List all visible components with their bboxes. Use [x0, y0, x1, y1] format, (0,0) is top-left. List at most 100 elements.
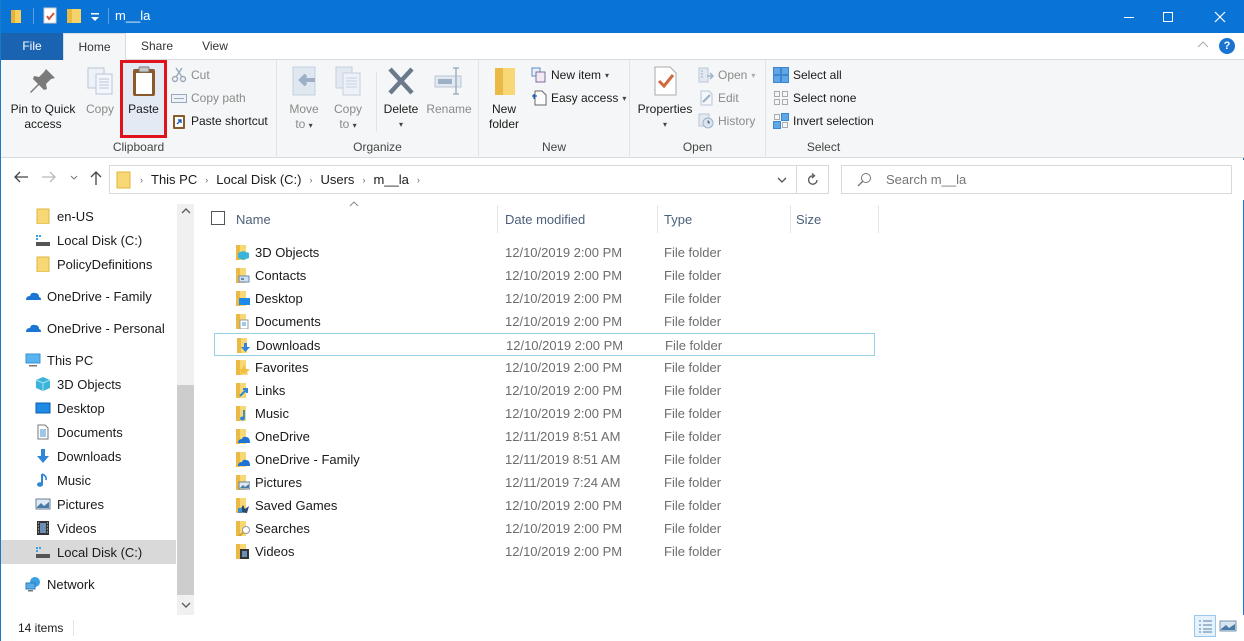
nav-item-music[interactable]: Music: [35, 468, 91, 492]
file-row[interactable]: Saved Games 12/10/2019 2:00 PM File folder: [214, 494, 875, 517]
forward-button[interactable]: [40, 170, 58, 190]
address-bar[interactable]: › This PC › Local Disk (C:) › Users › m_…: [109, 165, 797, 194]
file-row[interactable]: Pictures 12/11/2019 7:24 AM File folder: [214, 471, 875, 494]
delete-button[interactable]: Delete ▾: [381, 64, 421, 132]
copy-path-button[interactable]: Copy path: [171, 87, 246, 109]
file-row[interactable]: Downloads 12/10/2019 2:00 PM File folder: [214, 333, 875, 356]
back-button[interactable]: [12, 170, 30, 190]
file-row[interactable]: Searches 12/10/2019 2:00 PM File folder: [214, 517, 875, 540]
nav-item-downloads[interactable]: Downloads: [35, 444, 121, 468]
edit-button[interactable]: Edit: [698, 87, 739, 109]
tab-home[interactable]: Home: [63, 33, 126, 61]
nav-item-desktop[interactable]: Desktop: [35, 396, 105, 420]
file-row[interactable]: Favorites 12/10/2019 2:00 PM File folder: [214, 356, 875, 379]
cut-label: Cut: [191, 68, 210, 82]
large-icons-view-button[interactable]: [1217, 615, 1239, 637]
select-all-button[interactable]: Select all: [773, 64, 842, 86]
details-view-button[interactable]: [1194, 615, 1216, 637]
invert-selection-button[interactable]: Invert selection: [773, 110, 874, 132]
move-to-button[interactable]: Move to ▾: [285, 64, 323, 133]
breadcrumb-separator[interactable]: ›: [136, 175, 147, 185]
nav-item-3d-objects[interactable]: 3D Objects: [35, 372, 121, 396]
file-row[interactable]: OneDrive - Family 12/11/2019 8:51 AM File …: [214, 448, 875, 471]
tab-share[interactable]: Share: [126, 33, 188, 60]
copy-to-button[interactable]: Copy to ▾: [329, 64, 367, 133]
properties-caret[interactable]: ▾: [636, 117, 694, 132]
nav-item-network[interactable]: Network: [25, 572, 95, 596]
scroll-down-button[interactable]: [177, 598, 194, 615]
nav-item-local-disk-selected[interactable]: Local Disk (C:): [1, 540, 176, 564]
nav-item-onedrive-personal[interactable]: OneDrive - Personal: [25, 316, 165, 340]
breadcrumb-separator[interactable]: ›: [201, 175, 212, 185]
nav-item-en-us[interactable]: en-US: [35, 204, 94, 228]
address-history-button[interactable]: [767, 165, 797, 194]
tab-view[interactable]: View: [188, 33, 242, 60]
history-button[interactable]: History: [698, 110, 755, 132]
column-header-name[interactable]: Name: [236, 205, 497, 233]
select-all-checkbox[interactable]: [211, 211, 225, 225]
file-row[interactable]: 3D Objects 12/10/2019 2:00 PM File folder: [214, 241, 875, 264]
maximize-button[interactable]: [1145, 0, 1191, 33]
breadcrumb-current-folder[interactable]: m__la: [369, 172, 412, 187]
nav-item-documents[interactable]: Documents: [35, 420, 123, 444]
properties-button[interactable]: Properties ▾: [636, 64, 694, 132]
nav-item-label: Pictures: [57, 496, 104, 512]
tab-file[interactable]: File: [1, 33, 63, 60]
file-row[interactable]: Music 12/10/2019 2:00 PM File folder: [214, 402, 875, 425]
close-button[interactable]: [1197, 0, 1243, 33]
nav-item-local-disk[interactable]: Local Disk (C:): [35, 228, 142, 252]
new-folder-button[interactable]: New folder: [485, 64, 523, 132]
minimize-ribbon-button[interactable]: [1197, 40, 1209, 51]
scroll-up-button[interactable]: [177, 204, 194, 221]
breadcrumb-separator[interactable]: ›: [305, 175, 316, 185]
paste-shortcut-button[interactable]: Paste shortcut: [171, 110, 268, 132]
properties-icon[interactable]: [42, 7, 58, 25]
column-header-size[interactable]: Size: [796, 205, 878, 233]
open-button[interactable]: Open ▾: [698, 64, 755, 86]
file-row[interactable]: Videos 12/10/2019 2:00 PM File folder: [214, 540, 875, 563]
file-name-cell: Music: [234, 405, 289, 421]
cut-button[interactable]: Cut: [171, 64, 210, 86]
rename-button[interactable]: Rename: [424, 64, 474, 117]
new-item-button[interactable]: New item ▾: [531, 64, 609, 86]
recent-locations-button[interactable]: [65, 170, 83, 190]
breadcrumb-this-pc[interactable]: This PC: [147, 172, 201, 187]
select-none-button[interactable]: Select none: [773, 87, 856, 109]
search-input[interactable]: [886, 172, 1186, 187]
up-button[interactable]: [87, 170, 105, 190]
easy-access-button[interactable]: Easy access ▾: [531, 87, 626, 109]
breadcrumb-local-disk[interactable]: Local Disk (C:): [212, 172, 305, 187]
file-row[interactable]: Documents 12/10/2019 2:00 PM File folder: [214, 310, 875, 333]
column-header-type[interactable]: Type: [664, 205, 790, 233]
column-divider[interactable]: [790, 205, 791, 233]
column-divider[interactable]: [657, 205, 658, 233]
file-row[interactable]: OneDrive 12/11/2019 8:51 AM File folder: [214, 425, 875, 448]
file-name-cell: Saved Games: [234, 497, 337, 513]
help-button[interactable]: ?: [1219, 38, 1235, 54]
file-row[interactable]: Desktop 12/10/2019 2:00 PM File folder: [214, 287, 875, 310]
breadcrumb-users[interactable]: Users: [316, 172, 358, 187]
file-row[interactable]: Links 12/10/2019 2:00 PM File folder: [214, 379, 875, 402]
nav-item-policydefinitions[interactable]: PolicyDefinitions: [35, 252, 152, 276]
column-header-date-modified[interactable]: Date modified: [505, 205, 657, 233]
file-row[interactable]: Contacts 12/10/2019 2:00 PM File folder: [214, 264, 875, 287]
column-divider[interactable]: [878, 205, 879, 233]
copy-button[interactable]: Copy: [81, 64, 119, 117]
nav-item-onedrive-family[interactable]: OneDrive - Family: [25, 284, 152, 308]
breadcrumb-separator[interactable]: ›: [358, 175, 369, 185]
nav-item-videos[interactable]: Videos: [35, 516, 97, 540]
pin-to-quick-access-button[interactable]: Pin to Quick access: [6, 64, 80, 132]
search-box[interactable]: [841, 165, 1232, 194]
paste-button[interactable]: Paste: [123, 64, 164, 117]
breadcrumb-separator[interactable]: ›: [413, 175, 424, 185]
new-folder-icon[interactable]: [66, 7, 82, 25]
nav-pane-scrollbar[interactable]: [177, 204, 194, 615]
column-divider[interactable]: [497, 205, 498, 233]
nav-item-pictures[interactable]: Pictures: [35, 492, 104, 516]
scrollbar-thumb[interactable]: [177, 385, 194, 595]
nav-item-this-pc[interactable]: This PC: [25, 348, 93, 372]
refresh-button[interactable]: [797, 165, 829, 194]
customize-qat-icon[interactable]: [90, 7, 100, 25]
nav-item-label: OneDrive - Family: [47, 288, 152, 304]
delete-dropdown-caret[interactable]: ▾: [381, 117, 421, 132]
